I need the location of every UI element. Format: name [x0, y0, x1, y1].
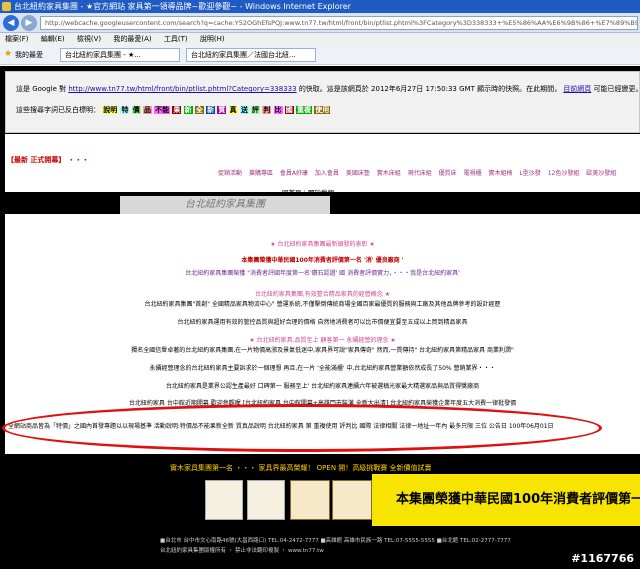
- nav-link[interactable]: L型沙發: [519, 170, 540, 177]
- cache-url-link[interactable]: http://www.tn77.tw/html/front/bin/ptlist…: [68, 85, 296, 93]
- content-line: ★ 台北紐約家具,品質至上 顧客第一 永續經營的理念 ★: [249, 337, 396, 344]
- term-highlight: 評: [251, 106, 261, 114]
- menu-help[interactable]: 說明(H): [200, 35, 225, 43]
- term-highlight: 新: [183, 106, 193, 114]
- nav-link[interactable]: 12色沙發組: [548, 170, 580, 177]
- term-highlight: 全: [194, 106, 204, 114]
- award-banner: 本集團榮獲中華民國100年消費者評價第一名: [372, 474, 640, 526]
- menu-view[interactable]: 檢視(V): [77, 35, 101, 43]
- term-highlight: 送: [239, 106, 249, 114]
- menu-tools[interactable]: 工具(T): [164, 35, 188, 43]
- term-highlight: 品: [142, 106, 152, 114]
- footer-strip: 實木家具集團第一名 ・・・ 家具界最高榮耀！ OPEN 開！高級挑戰賽 全新價值…: [170, 464, 432, 472]
- nav-link[interactable]: 優質床: [439, 170, 457, 177]
- menu-file[interactable]: 檔案(F): [5, 35, 29, 43]
- menu-edit[interactable]: 編輯(E): [41, 35, 65, 43]
- nav-link[interactable]: 現代床組: [408, 170, 432, 177]
- term-highlight: 特: [120, 106, 130, 114]
- award-line: 台北紐約家具集團榮獲 "消費者評國年度第一名'鑽石認證' 國 消費者評價實力，・…: [185, 270, 460, 277]
- nav-link[interactable]: 電視櫃: [464, 170, 482, 177]
- content-line: 台北紐約家具集團"首創" 全國精品家具物流中心" 營運系統,不僅擊倒傳統商場全國…: [144, 301, 501, 308]
- term-highlight: 判: [262, 106, 272, 114]
- trophy-icon: [205, 480, 243, 520]
- current-page-link[interactable]: 目前網頁: [563, 85, 591, 93]
- nav-link[interactable]: 會員A好康: [280, 170, 308, 177]
- menu-bar: 檔案(F) 編輯(E) 檢視(V) 我的最愛(A) 工具(T) 說明(H): [0, 33, 640, 45]
- content-line: 獨名全國信譽卓著的台北紐約家具集團,在一片物價高漲及景氣低迷中,家具界可說"家具…: [131, 347, 514, 354]
- term-highlight: 價: [131, 106, 141, 114]
- favorites-bar: ★ 我的最愛 台北紐約家具集團 - ★... 台北紐約家具集團／法國台北紐...: [0, 45, 640, 65]
- terms-label: 這些搜尋字詞已反白標明：: [16, 106, 100, 114]
- window-title: 台北紐約家具集團 - ★官方網站 家具第一領導品牌~歡迎參觀~ - Window…: [14, 2, 351, 11]
- certificate-icon: [290, 480, 330, 520]
- term-highlight: 質: [217, 106, 227, 114]
- term-highlight: 國: [284, 106, 294, 114]
- address-toolbar: ◀ ▶ http://webcache.googleusercontent.co…: [0, 13, 640, 33]
- site-nav: 促銷活動 搶購專區 會員A好康 加入會員 美國床墊 實木床組 現代床組 優質床 …: [218, 168, 621, 177]
- favorites-label[interactable]: 我的最愛: [15, 50, 43, 60]
- term-highlight: 不能: [154, 106, 171, 114]
- nav-link[interactable]: 促銷活動: [218, 170, 242, 177]
- window-title-bar: 台北紐約家具集團 - ★官方網站 家具第一領導品牌~歡迎參觀~ - Window…: [0, 0, 640, 13]
- content-line: 永續經營理念的台北紐約家具主要訴求於一個理想 再且,在一片 '全能滿櫃' 中,台…: [149, 365, 496, 372]
- nav-link[interactable]: 美國床墊: [346, 170, 370, 177]
- footer-copyright: 台北紐約家具集團版權所有 ・ 禁止非法翻印複製 ・ www.tn77.tw: [160, 548, 324, 554]
- term-highlight: 重複: [295, 106, 312, 114]
- site-header-panel: [5, 134, 640, 192]
- nav-link[interactable]: 搶購專區: [249, 170, 273, 177]
- term-highlight: 使用: [314, 106, 331, 114]
- nav-link[interactable]: 歐美沙發組: [586, 170, 616, 177]
- ie-app-icon: [2, 2, 11, 11]
- content-line: 台北紐約家具運用有效的管控品質與超好合理的價格 自然地消費者可以比市價便宜要至五…: [177, 319, 468, 326]
- cache-suffix: 的快取。這是該網頁於 2012年6月27日 17:50:33 GMT 顯示時的快…: [298, 85, 562, 93]
- term-highlight: 說明: [102, 106, 119, 114]
- footer-address: ■台北市 台中市文心南路46號(大昌西路口) TEL:04-2472-7777 …: [160, 538, 511, 544]
- tab-second[interactable]: 台北紐約家具集團／法國台北紐...: [186, 48, 316, 62]
- menu-favorites[interactable]: 我的最愛(A): [113, 35, 151, 43]
- nav-link[interactable]: 實木組椅: [489, 170, 513, 177]
- content-line: 台北紐約家具是業界公認生產最好 口碑第一 服務至上' 台北紐約家具連續六年被選稱…: [165, 383, 480, 390]
- watermark: #1167766: [571, 552, 634, 565]
- award-heading: ★ 台北紐約家具集團最新頒發的表彰 ★: [270, 241, 375, 248]
- content-line: 台北紐約家具集團,有效整合精品家具的經營概念 ★: [254, 291, 391, 298]
- award-line: 本集團榮獲中華民國100年消費者評價第一名 '消' 優良廠商 ': [241, 257, 404, 264]
- site-banner: 台北紐約家具集團: [120, 196, 330, 214]
- cache-prefix: 這是 Google 對: [16, 85, 67, 93]
- site-red-title: 【最新 正式開幕】 ・・・: [7, 156, 89, 164]
- trophy-icon: [247, 480, 285, 520]
- star-icon: ★: [4, 49, 13, 59]
- cache-header: 這是 Google 對 http://www.tn77.tw/html/fron…: [5, 71, 640, 133]
- address-input[interactable]: http://webcache.googleusercontent.com/se…: [40, 16, 638, 30]
- term-highlight: 比: [273, 106, 283, 114]
- term-highlight: 真: [228, 106, 238, 114]
- red-annotation-ellipse: [2, 404, 602, 452]
- certificate-icon: [332, 480, 372, 520]
- forward-arrow-icon[interactable]: ▶: [21, 15, 37, 31]
- nav-link[interactable]: 加入會員: [315, 170, 339, 177]
- term-highlight: 果: [172, 106, 182, 114]
- nav-link[interactable]: 實木床組: [377, 170, 401, 177]
- term-highlight: 新: [206, 106, 216, 114]
- tab-active[interactable]: 台北紐約家具集團 - ★...: [60, 48, 180, 62]
- cache-suffix2: 可能已經變更。: [593, 85, 640, 93]
- back-arrow-icon[interactable]: ◀: [3, 15, 19, 31]
